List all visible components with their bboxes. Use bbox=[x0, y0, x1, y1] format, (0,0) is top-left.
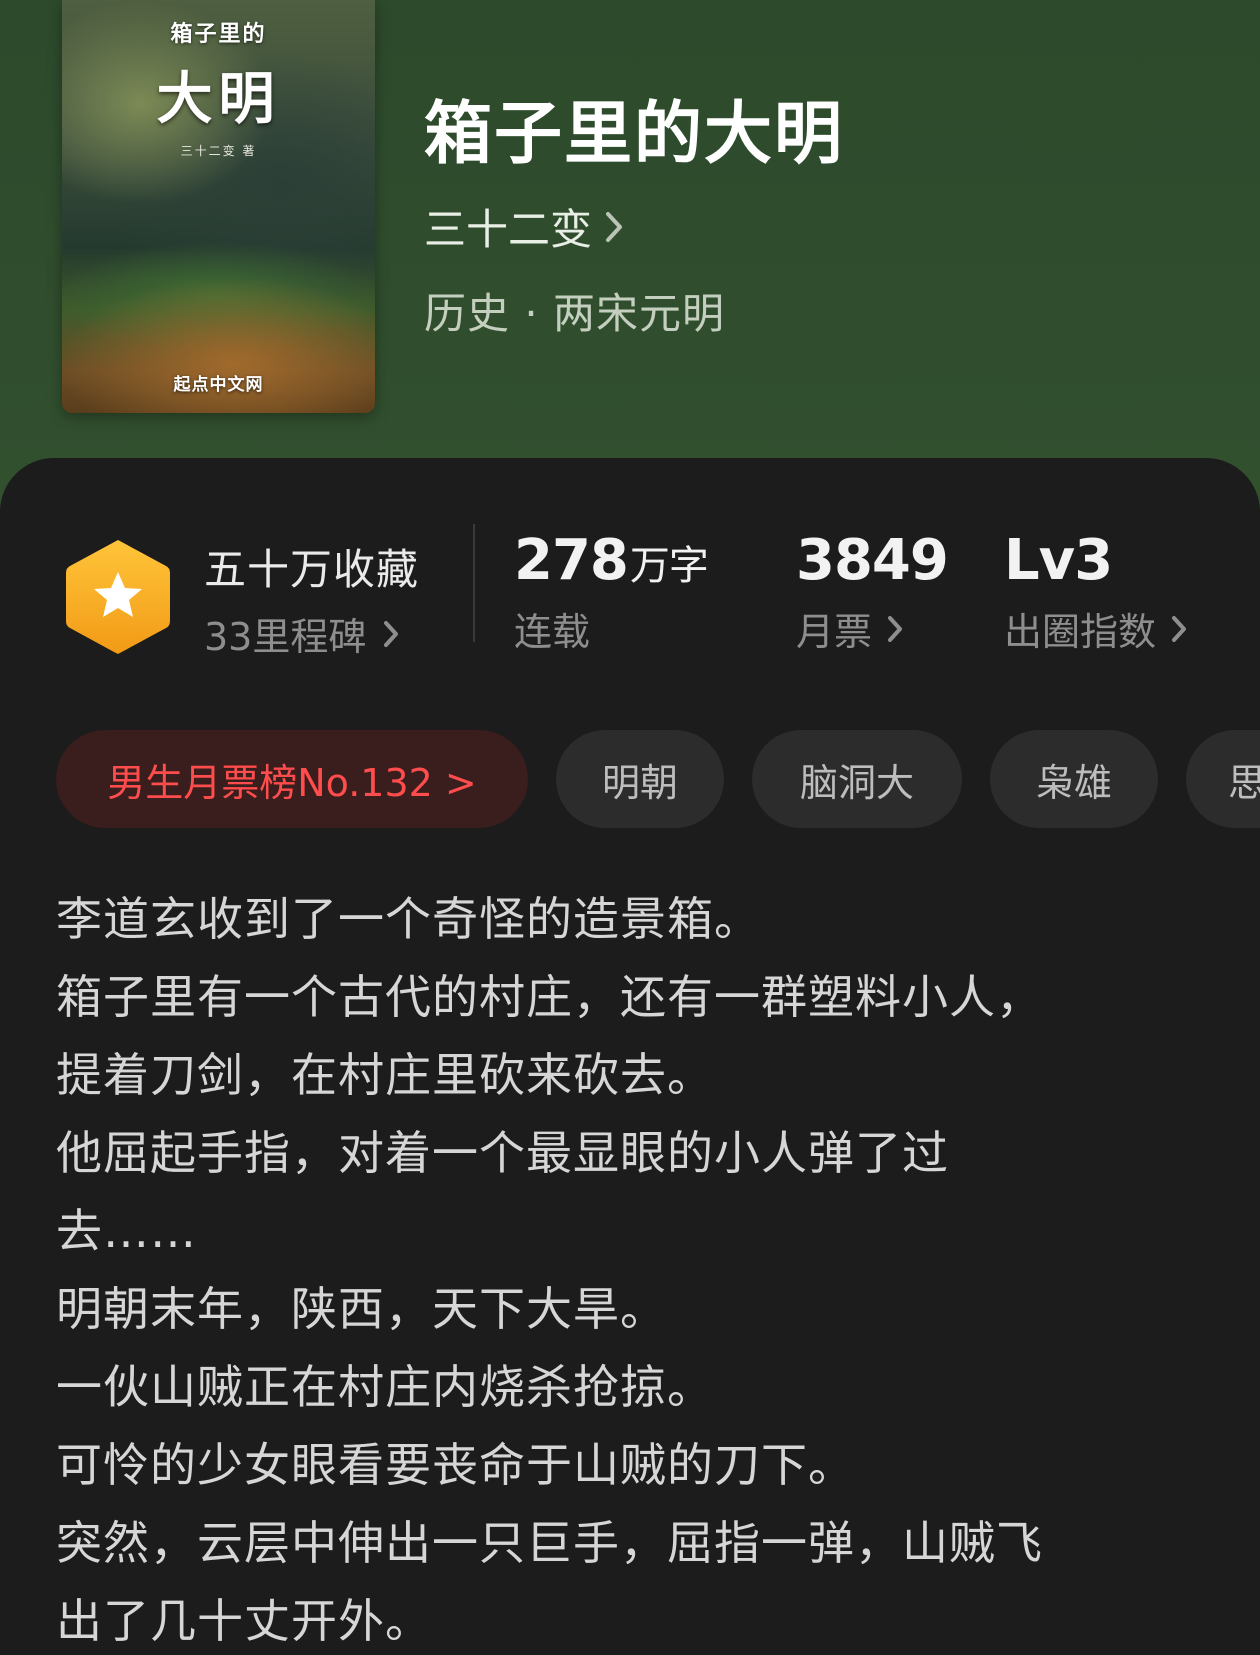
chevron-right-icon bbox=[604, 210, 624, 244]
cover-publisher: 起点中文网 bbox=[173, 375, 264, 395]
synopsis-line: 一伙山贼正在村庄内烧杀抢掠。 bbox=[56, 1360, 714, 1414]
synopsis-line: 李道玄收到了一个奇怪的造景箱。 bbox=[56, 892, 761, 946]
milestone-label: 33里程碑 bbox=[204, 615, 367, 659]
author-link[interactable]: 三十二变 bbox=[424, 196, 624, 257]
tag-list: 男生月票榜No.132 > 明朝 脑洞大 枭雄 思 bbox=[56, 730, 1260, 828]
book-title: 箱子里的大明 bbox=[424, 94, 845, 174]
word-count-stat: 278万字 连载 bbox=[514, 528, 709, 656]
synopsis-line: 他屈起手指，对着一个最显眼的小人弹了过 bbox=[56, 1126, 949, 1180]
book-cover-image[interactable]: 箱子里的 大明 三十二变 著 起点中文网 bbox=[62, 0, 375, 413]
word-count-unit: 万字 bbox=[629, 543, 709, 589]
synopsis-line: 出了几十丈开外。 bbox=[56, 1594, 432, 1648]
synopsis-line: 提着刀剑，在村庄里砍来砍去。 bbox=[56, 1048, 714, 1102]
popularity-level-value: Lv3 bbox=[1004, 528, 1113, 593]
word-count-value: 278 bbox=[514, 528, 629, 593]
cover-title-large: 大明 bbox=[156, 67, 281, 132]
stats-divider bbox=[473, 524, 475, 642]
tag-item[interactable]: 明朝 bbox=[556, 730, 724, 828]
collect-count-title: 五十万收藏 bbox=[204, 545, 420, 594]
chevron-right-icon bbox=[382, 619, 400, 649]
tag-item[interactable]: 脑洞大 bbox=[752, 730, 962, 828]
monthly-ticket-stat[interactable]: 3849 月票 bbox=[796, 528, 949, 656]
synopsis-line: 去…… bbox=[56, 1204, 197, 1258]
book-detail-page: 箱子里的 大明 三十二变 著 起点中文网 箱子里的大明 三十二变 历史 · 两宋… bbox=[0, 0, 1260, 1655]
tag-item[interactable]: 思 bbox=[1186, 730, 1260, 828]
popularity-index-label: 出圈指数 bbox=[1004, 610, 1157, 654]
author-name: 三十二变 bbox=[424, 205, 593, 254]
chevron-right-icon bbox=[1170, 614, 1188, 644]
synopsis-line: 箱子里有一个古代的村庄，还有一群塑料小人， bbox=[56, 970, 1043, 1024]
star-badge-icon[interactable] bbox=[62, 536, 174, 658]
book-category[interactable]: 历史 · 两宋元明 bbox=[424, 280, 725, 341]
cover-author: 三十二变 著 bbox=[180, 144, 257, 158]
book-synopsis[interactable]: 李道玄收到了一个奇怪的造景箱。 箱子里有一个古代的村庄，还有一群塑料小人， 提着… bbox=[56, 880, 1216, 1655]
tag-item[interactable]: 枭雄 bbox=[990, 730, 1158, 828]
synopsis-line: 明朝末年，陕西，天下大旱。 bbox=[56, 1282, 667, 1336]
ranking-tag[interactable]: 男生月票榜No.132 > bbox=[56, 730, 528, 828]
popularity-index-stat[interactable]: Lv3 出圈指数 bbox=[1004, 528, 1188, 656]
cover-title-small: 箱子里的 bbox=[170, 22, 267, 47]
synopsis-line: 突然，云层中伸出一只巨手，屈指一弹，山贼飞 bbox=[56, 1516, 1043, 1570]
serial-status: 连载 bbox=[514, 610, 591, 654]
monthly-ticket-value: 3849 bbox=[796, 528, 949, 593]
synopsis-line: 可怜的少女眼看要丧命于山贼的刀下。 bbox=[56, 1438, 855, 1492]
monthly-ticket-label: 月票 bbox=[796, 610, 873, 654]
milestone-link[interactable]: 33里程碑 bbox=[204, 606, 400, 661]
chevron-right-icon bbox=[886, 614, 904, 644]
